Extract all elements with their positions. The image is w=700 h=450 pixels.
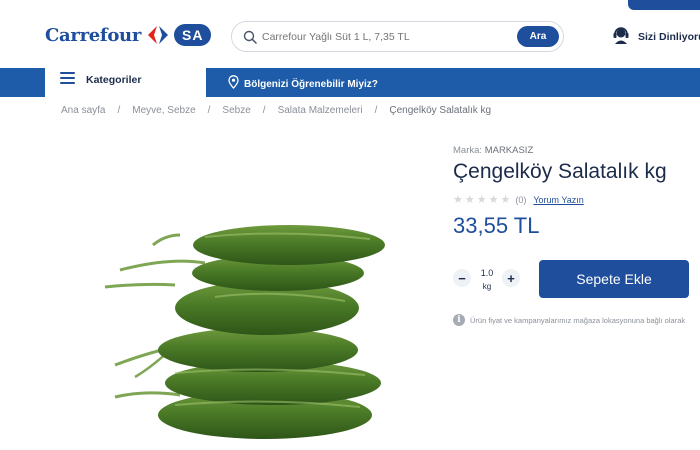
add-to-cart-button[interactable]: Sepete Ekle [539,260,689,298]
categories-label: Kategoriler [86,73,142,86]
region-label: Bölgenizi Öğrenebilir Miyiz? [244,79,378,90]
product-image[interactable] [75,205,400,445]
star-icon: ★ [464,194,475,206]
logo-sa-badge: SA [174,24,212,46]
brand-value[interactable]: MARKASIZ [485,145,534,156]
logo-wordmark: Carrefour [45,24,142,46]
breadcrumb-item-salad[interactable]: Salata Malzemeleri [278,105,363,116]
star-icon: ★ [453,194,463,206]
quantity-decrease-button[interactable]: − [453,269,471,287]
breadcrumb-item-home[interactable]: Ana sayfa [61,105,105,116]
star-icon: ★ [488,194,499,206]
account-label: Sizi Dinliyoruz [638,31,700,43]
account-link[interactable]: Sizi Dinliyoruz [611,25,700,50]
region-selector[interactable]: Bölgenizi Öğrenebilir Miyiz? [228,75,378,94]
carrefour-logo[interactable]: Carrefour SA [45,22,212,48]
top-right-badge[interactable] [628,0,700,10]
headset-user-icon [611,25,631,50]
star-icon: ★ [500,194,511,206]
brand-label: Marka: [453,145,483,156]
breadcrumb-item-current: Çengelköy Salatalık kg [389,105,492,116]
breadcrumb-separator: / [262,105,266,116]
search-button[interactable]: Ara [517,26,559,47]
info-icon: i [453,314,465,326]
breadcrumb-item-vegetables[interactable]: Sebze [222,105,250,116]
product-title: Çengelköy Salatalık kg [453,160,667,183]
site-header: Carrefour SA Ara [0,0,700,68]
breadcrumb: Ana sayfa / Meyve, Sebze / Sebze / Salat… [61,105,491,116]
price-info-note: i Ürün fiyat ve kampanyalarımız mağaza l… [453,314,685,326]
review-count: (0) [515,195,527,205]
search-icon [242,29,258,45]
categories-button[interactable]: Kategoriler [45,62,206,97]
info-note-text: Ürün fiyat ve kampanyalarımız mağaza lok… [470,315,686,325]
search-input[interactable] [262,22,512,51]
product-brand: Marka: MARKASIZ [453,145,533,156]
quantity-increase-button[interactable]: + [502,269,520,287]
breadcrumb-separator: / [117,105,121,116]
quantity-unit: kg [482,282,492,291]
carrefour-emblem-icon [145,25,171,45]
breadcrumb-item-fruits-vegetables[interactable]: Meyve, Sebze [132,105,195,116]
write-review-link[interactable]: Yorum Yazın [533,195,583,205]
hamburger-menu-icon [60,71,76,89]
breadcrumb-separator: / [207,105,211,116]
location-pin-icon [228,75,239,94]
search-bar: Ara [231,21,564,52]
product-price: 33,55 TL [453,213,540,238]
breadcrumb-separator: / [374,105,378,116]
quantity-stepper: − 1.0 kg + [453,266,523,294]
star-icon: ★ [476,194,487,206]
quantity-value[interactable]: 1.0 [477,268,497,278]
product-rating: ★ ★ ★ ★ ★ (0) Yorum Yazın [453,194,584,206]
